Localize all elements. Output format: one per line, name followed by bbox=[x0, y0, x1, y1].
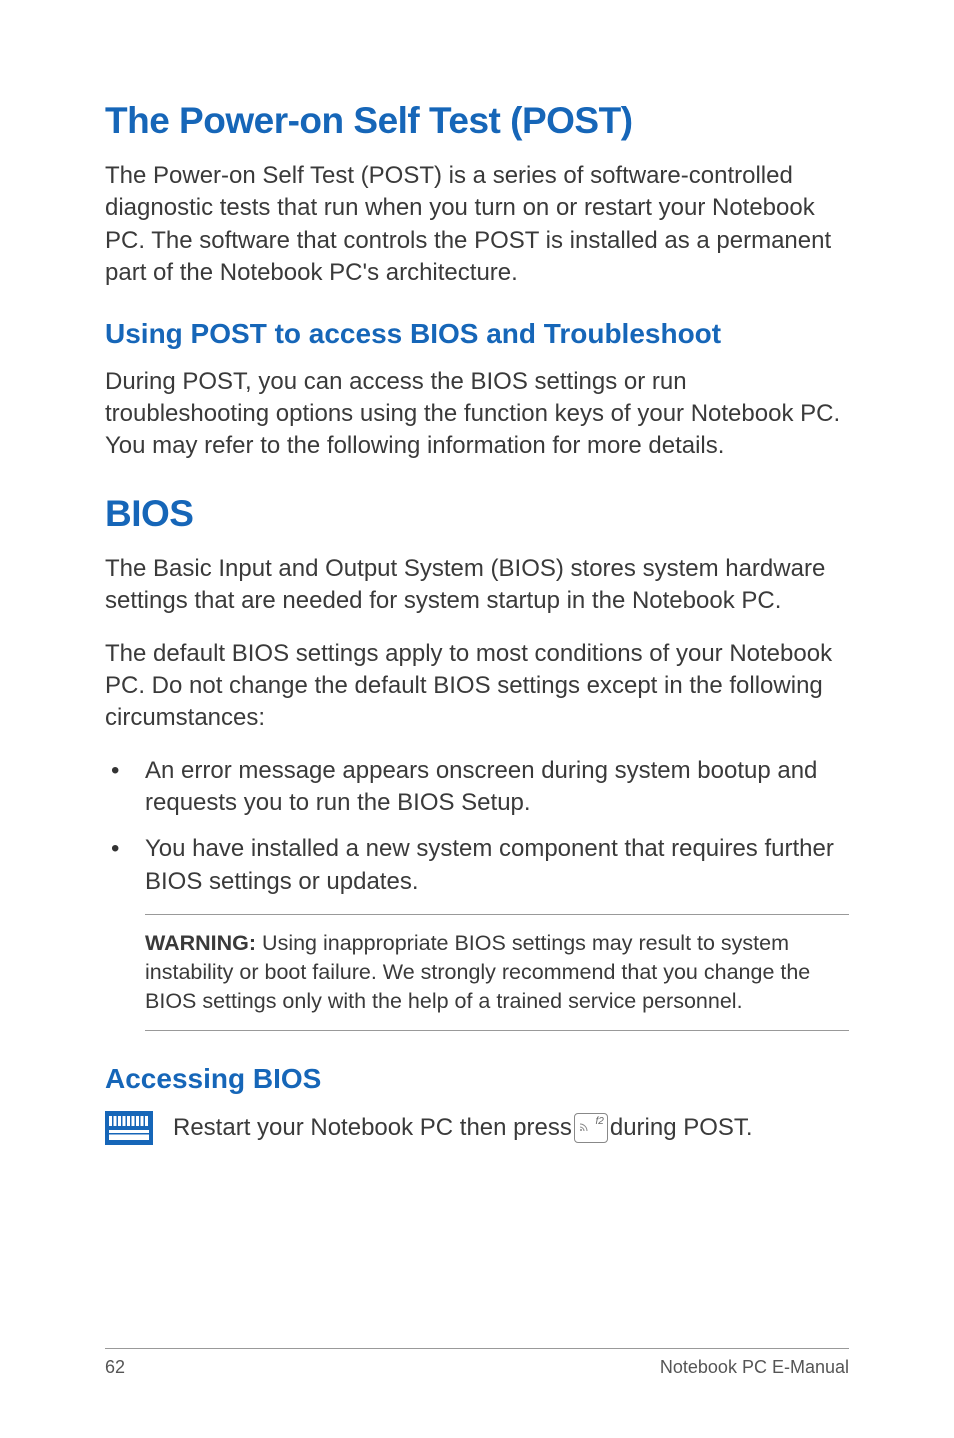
warning-text: WARNING: Using inappropriate BIOS settin… bbox=[145, 929, 849, 1016]
bullet-marker: • bbox=[105, 833, 145, 898]
paragraph-post-intro: The Power-on Self Test (POST) is a serie… bbox=[105, 160, 849, 290]
warning-callout: WARNING: Using inappropriate BIOS settin… bbox=[145, 914, 849, 1031]
paragraph-using-post: During POST, you can access the BIOS set… bbox=[105, 366, 849, 463]
keyboard-icon bbox=[105, 1111, 153, 1145]
heading-accessing-bios: Accessing BIOS bbox=[105, 1063, 849, 1095]
doc-title: Notebook PC E-Manual bbox=[660, 1357, 849, 1378]
page-footer: 62 Notebook PC E-Manual bbox=[105, 1348, 849, 1378]
accessing-text: Restart your Notebook PC then press f2 d… bbox=[173, 1112, 753, 1144]
bullet-marker: • bbox=[105, 755, 145, 820]
accessing-text-pre: Restart your Notebook PC then press bbox=[173, 1112, 572, 1144]
page-content: The Power-on Self Test (POST) The Power-… bbox=[0, 0, 954, 1145]
page-number: 62 bbox=[105, 1357, 125, 1378]
f2-key-label: f2 bbox=[596, 1115, 604, 1129]
list-item: • You have installed a new system compon… bbox=[105, 833, 849, 898]
f2-key-icon: f2 bbox=[574, 1113, 608, 1143]
accessing-bios-row: Restart your Notebook PC then press f2 d… bbox=[105, 1111, 849, 1145]
paragraph-bios-intro1: The Basic Input and Output System (BIOS)… bbox=[105, 553, 849, 618]
bullet-text-2: You have installed a new system componen… bbox=[145, 833, 849, 898]
heading-using-post: Using POST to access BIOS and Troublesho… bbox=[105, 318, 849, 350]
wifi-icon bbox=[578, 1121, 590, 1138]
accessing-text-post: during POST. bbox=[610, 1112, 753, 1144]
paragraph-bios-intro2: The default BIOS settings apply to most … bbox=[105, 638, 849, 735]
bullet-list: • An error message appears onscreen duri… bbox=[105, 755, 849, 899]
warning-label: WARNING: bbox=[145, 931, 256, 955]
heading-post: The Power-on Self Test (POST) bbox=[105, 100, 849, 142]
list-item: • An error message appears onscreen duri… bbox=[105, 755, 849, 820]
heading-bios: BIOS bbox=[105, 493, 849, 535]
bullet-text-1: An error message appears onscreen during… bbox=[145, 755, 849, 820]
